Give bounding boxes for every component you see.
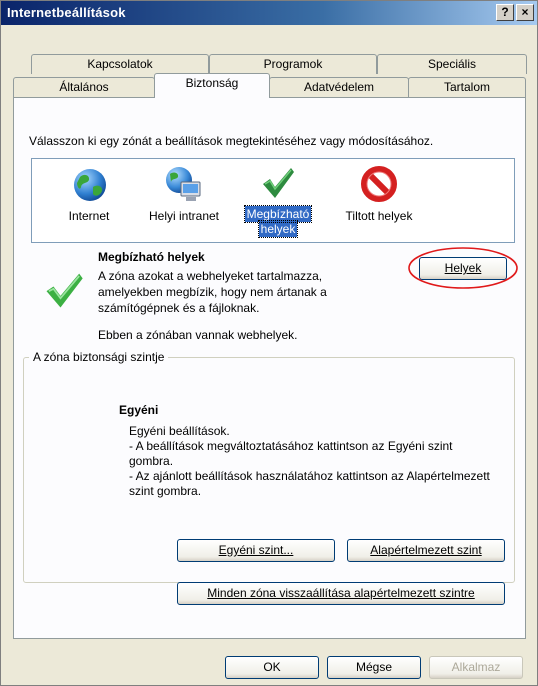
help-button[interactable]: ? xyxy=(496,4,514,21)
zone-desc-line-3: számítógépnek és a fájloknak. xyxy=(98,301,260,315)
reset-all-zones-button[interactable]: Minden zóna visszaállítása alapértelmeze… xyxy=(177,582,505,605)
internet-options-window: Internetbeállítások ? × Kapcsolatok Prog… xyxy=(0,0,538,686)
zone-trusted-label: Megbízható helyek xyxy=(243,205,313,238)
custom-level-button-label: Egyéni szint... xyxy=(218,543,294,557)
tab-kapcsolatok[interactable]: Kapcsolatok xyxy=(31,54,209,74)
zone-desc-line-2: amelyekben megbízik, hogy nem ártanak a xyxy=(98,285,327,299)
tab-adatvedelem[interactable]: Adatvédelem xyxy=(269,77,409,97)
apply-button[interactable]: Alkalmaz xyxy=(429,656,523,679)
custom-level-button[interactable]: Egyéni szint... xyxy=(177,539,335,562)
window-title: Internetbeállítások xyxy=(7,5,126,20)
title-bar[interactable]: Internetbeállítások ? × xyxy=(1,1,537,25)
security-level-name: Egyéni xyxy=(119,403,159,417)
restricted-icon xyxy=(361,166,397,202)
close-button[interactable]: × xyxy=(516,4,534,21)
security-line-1: Egyéni beállítások. xyxy=(129,424,230,438)
zone-internet-label: Internet xyxy=(68,209,110,223)
zone-local-intranet[interactable]: Helyi intranet xyxy=(132,159,236,243)
zone-intranet-label: Helyi intranet xyxy=(148,209,220,223)
zone-instruction: Válasszon ki egy zónát a beállítások meg… xyxy=(29,134,434,148)
zone-restricted-sites[interactable]: Tiltott helyek xyxy=(324,159,434,243)
intranet-icon xyxy=(166,167,201,201)
ok-button[interactable]: OK xyxy=(225,656,319,679)
tab-tartalom[interactable]: Tartalom xyxy=(408,77,526,97)
security-level-description: Egyéni beállítások. - A beállítások megv… xyxy=(129,424,499,499)
trusted-checkmark-icon xyxy=(46,273,83,308)
security-level-group-title: A zóna biztonsági szintje xyxy=(29,350,169,364)
tab-specialis[interactable]: Speciális xyxy=(377,54,527,74)
zone-restricted-label: Tiltott helyek xyxy=(345,209,413,223)
security-line-2: - A beállítások megváltoztatásához katti… xyxy=(129,439,453,468)
zone-info-title: Megbízható helyek xyxy=(98,250,205,264)
checkmark-icon xyxy=(263,168,294,198)
zone-status-text: Ebben a zónában vannak webhelyek. xyxy=(98,328,298,342)
zone-trusted-sites[interactable]: Megbízható helyek xyxy=(238,159,318,243)
security-line-3: - Az ajánlott beállítások használatához … xyxy=(129,469,490,498)
cancel-button[interactable]: Mégse xyxy=(327,656,421,679)
zone-internet[interactable]: Internet xyxy=(44,159,134,243)
annotation-ellipse xyxy=(408,247,518,289)
tab-programok[interactable]: Programok xyxy=(209,54,377,74)
default-level-button[interactable]: Alapértelmezett szint xyxy=(347,539,505,562)
zone-list[interactable]: Internet Helyi intranet Megbízható helyek xyxy=(31,158,515,243)
tab-biztonsag[interactable]: Biztonság xyxy=(154,73,270,98)
zone-desc-line-1: A zóna azokat a webhelyeket tartalmazza, xyxy=(98,269,323,283)
globe-icon xyxy=(74,169,106,201)
tab-altalanos[interactable]: Általános xyxy=(13,77,155,97)
default-level-button-label: Alapértelmezett szint xyxy=(370,543,482,557)
reset-all-zones-label: Minden zóna visszaállítása alapértelmeze… xyxy=(207,586,475,600)
